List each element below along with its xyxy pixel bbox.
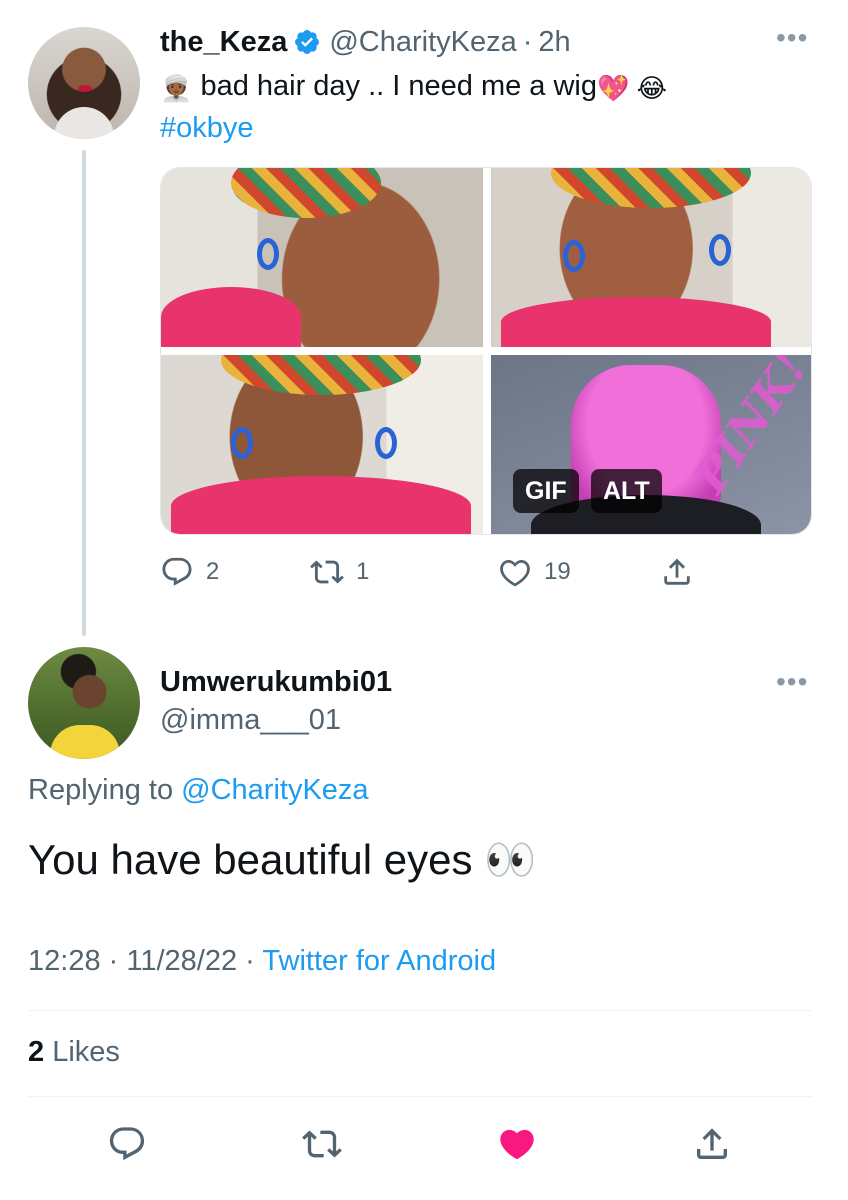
share-icon [697, 1128, 727, 1159]
divider [28, 1010, 812, 1011]
reply-tweet-text: You have beautiful eyes 👀 [28, 832, 536, 888]
share-button[interactable] [692, 1124, 732, 1164]
earring [709, 234, 731, 266]
retweet-icon [310, 560, 344, 584]
tweet-body: bad hair day .. I need me a wig [200, 70, 598, 102]
head-wrap [221, 355, 421, 395]
display-name[interactable]: the_Keza [160, 26, 287, 59]
avatar-the-keza[interactable] [28, 27, 140, 139]
reply-display-name[interactable]: Umwerukumbi01 [160, 666, 392, 699]
like-button[interactable]: 19 [498, 555, 571, 589]
separator-dot: · [522, 25, 533, 58]
earring [257, 238, 279, 270]
head-wrap [231, 168, 381, 218]
thread-connector-line [82, 150, 86, 636]
share-icon [664, 558, 690, 585]
alt-badge[interactable]: ALT [591, 469, 662, 513]
tweet-date[interactable]: 11/28/22 [126, 945, 237, 977]
like-button-active[interactable] [497, 1124, 537, 1164]
reply-icon [109, 1127, 145, 1161]
head-wrap [551, 168, 751, 208]
separator-dot: · [108, 945, 119, 977]
more-options-icon[interactable]: ••• [776, 668, 808, 696]
like-count: 19 [544, 558, 571, 585]
likes-label: Likes [52, 1036, 120, 1068]
avatar-shirt [54, 107, 114, 139]
pink-shirt [161, 287, 301, 347]
retweet-button[interactable] [302, 1124, 342, 1164]
media-photo-1[interactable] [161, 168, 483, 347]
timestamp[interactable]: 2h [538, 26, 570, 59]
eyes-emoji: 👀 [484, 836, 537, 883]
earring [231, 427, 253, 459]
replying-to-handle-link[interactable]: @CharityKeza [181, 774, 368, 806]
share-button[interactable] [660, 555, 694, 589]
media-grid: PINK! GIF ALT [160, 167, 812, 535]
avatar-lips [78, 85, 92, 92]
source-link[interactable]: Twitter for Android [262, 945, 496, 977]
earring [375, 427, 397, 459]
tweet-time[interactable]: 12:28 [28, 945, 101, 977]
pink-shirt [171, 476, 471, 534]
retweet-button[interactable]: 1 [310, 555, 369, 589]
media-photo-3[interactable] [161, 355, 483, 534]
heart-filled-icon [500, 1129, 534, 1160]
more-options-icon[interactable]: ••• [776, 24, 808, 52]
reply-icon [162, 557, 192, 586]
divider [28, 1096, 812, 1097]
tweet-text: 👳🏾‍♀️ bad hair day .. I need me a wig💖 😂 [160, 66, 667, 108]
tweet-action-bar: 2 1 19 [160, 555, 720, 591]
reply-count: 2 [206, 558, 220, 585]
replying-to: Replying to @CharityKeza [28, 774, 369, 807]
media-photo-2[interactable] [491, 168, 811, 347]
reply-button[interactable] [107, 1124, 147, 1164]
retweet-count: 1 [356, 558, 370, 585]
tweet-metadata: 12:28 · 11/28/22 · Twitter for Android [28, 945, 496, 978]
likes-summary[interactable]: 2 Likes [28, 1036, 120, 1069]
hashtag-link[interactable]: #okbye [160, 108, 254, 148]
media-gif[interactable]: PINK! GIF ALT [491, 355, 811, 534]
emoji-trailing: 💖 😂 [597, 73, 667, 103]
avatar-umwerukumbi01[interactable] [28, 647, 140, 759]
reply-action-bar [0, 1124, 848, 1168]
avatar-yellow-top [50, 725, 120, 759]
separator-dot: · [245, 945, 255, 977]
likes-count: 2 [28, 1036, 45, 1068]
reply-button[interactable]: 2 [160, 555, 219, 589]
pink-shirt [501, 297, 771, 347]
gif-badge[interactable]: GIF [513, 469, 579, 513]
handle[interactable]: @CharityKeza [329, 26, 516, 59]
original-tweet-header: the_Keza @CharityKeza · 2h [160, 24, 571, 60]
emoji-leading: 👳🏾‍♀️ [160, 73, 193, 103]
replying-to-prefix: Replying to [28, 774, 174, 806]
verified-badge-icon [293, 28, 321, 56]
retweet-icon [302, 1130, 342, 1158]
heart-icon [500, 559, 530, 587]
reply-body: You have beautiful eyes [28, 836, 473, 883]
reply-handle[interactable]: @imma___01 [160, 704, 341, 737]
earring [563, 240, 585, 272]
